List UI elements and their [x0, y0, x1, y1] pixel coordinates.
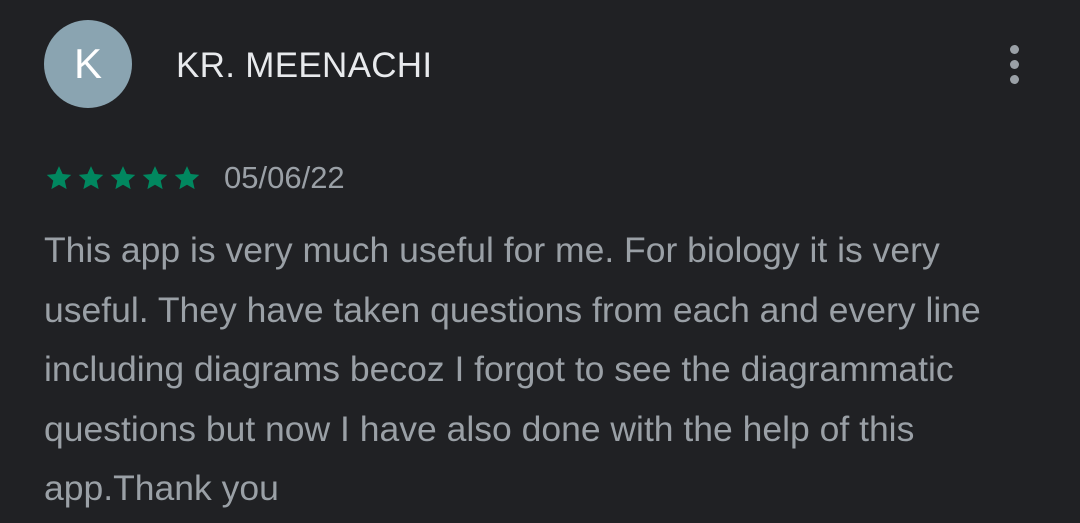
- avatar-letter: K: [73, 40, 102, 87]
- reviewer-name: KR. MEENACHI: [176, 46, 433, 85]
- review-card: K KR. MEENACHI 05/06/22 This app is very…: [0, 0, 1080, 523]
- star-icon: [174, 166, 200, 190]
- rating-row: 05/06/22: [44, 158, 345, 198]
- star-icon: [78, 166, 104, 190]
- star-icon: [142, 166, 168, 190]
- star-rating: [44, 163, 202, 193]
- review-text: This app is very much useful for me. For…: [44, 230, 981, 508]
- avatar: K: [44, 20, 132, 108]
- review-date: 05/06/22: [224, 160, 345, 195]
- star-icon: [46, 166, 72, 190]
- star-icon: [110, 166, 136, 190]
- more-options-button[interactable]: [996, 40, 1032, 88]
- more-vert-icon: [1009, 44, 1019, 84]
